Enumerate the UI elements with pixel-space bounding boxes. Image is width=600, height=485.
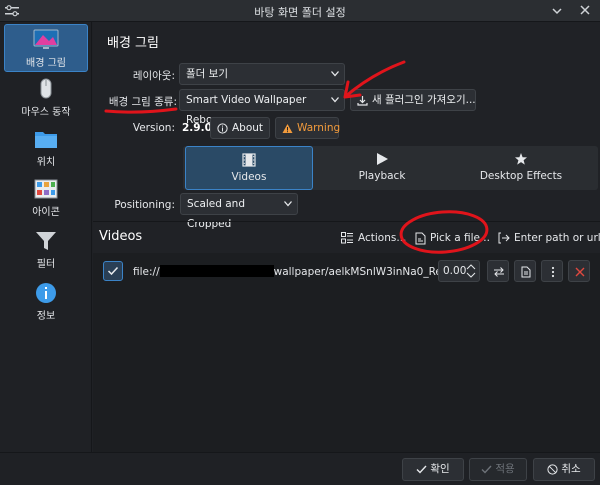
tab-videos[interactable]: Videos [185,146,313,190]
wallpaper-icon [33,29,59,49]
wallpaper-type-label: 배경 그림 종류: [108,96,177,108]
warning-button[interactable]: Warning [275,117,341,139]
remove-video-button[interactable] [568,260,590,282]
sidebar: 배경 그림 마우스 동작 위치 아이콘 필터 정보 [0,22,92,452]
layout-select[interactable]: 폴더 보기 [179,63,345,85]
film-icon [242,153,256,167]
chevron-down-icon [284,201,292,207]
sidebar-item-label: 정보 [36,311,56,322]
layout-label: 레이아웃: [132,70,175,82]
chevron-down-icon [331,97,339,103]
cancel-label: 취소 [561,463,581,475]
sidebar-item-label: 마우스 동작 [21,107,71,118]
open-file-button[interactable] [514,260,536,282]
redacted-path [159,265,274,277]
positioning-label: Positioning: [114,199,175,211]
get-new-plugins-label: 새 플러그인 가져오기... [372,94,476,106]
kebab-menu-icon [551,266,555,278]
page-title: 배경 그림 [107,36,159,51]
sidebar-item-icons[interactable]: 아이콘 [4,174,88,222]
settings-panel: 배경 그림 레이아웃: 폴더 보기 배경 그림 종류: Smart Video … [93,22,600,452]
file-icon [521,266,531,278]
sidebar-item-label: 배경 그림 [26,58,66,69]
pick-file-button[interactable]: Pick a file... [415,228,490,248]
videos-title: Videos [99,229,143,244]
star-icon [515,153,527,165]
checkmark-icon [416,465,427,474]
icons-grid-icon [34,179,58,199]
tab-playback[interactable]: Playback [318,146,446,190]
sidebar-item-location[interactable]: 위치 [4,124,88,172]
more-options-button[interactable] [541,260,563,282]
positioning-select[interactable]: Scaled and Cropped [180,193,298,230]
sidebar-item-label: 위치 [36,157,56,168]
warning-icon [282,123,293,133]
info-icon [217,122,228,134]
video-path: file://wallpaper/aelkMSnlW3inNa0_Relax..… [133,265,467,278]
enter-path-label: Enter path or url [514,232,600,244]
wallpaper-type-select[interactable]: Smart Video Wallpaper Reborn [179,89,345,126]
apply-label: 적용 [495,463,515,475]
mouse-icon [40,78,52,99]
tab-label: Playback [358,170,406,182]
video-list: file://wallpaper/aelkMSnlW3inNa0_Relax..… [93,253,600,452]
filter-icon [36,232,56,250]
get-new-plugins-button[interactable]: 새 플러그인 가져오기... [350,89,476,111]
checkmark-icon [107,266,119,276]
sidebar-item-filter[interactable]: 필터 [4,226,88,274]
version-label: Version: [132,122,175,134]
apply-button[interactable]: 적용 [469,458,527,481]
ok-button[interactable]: 확인 [402,458,464,481]
window-title: 바탕 화면 폴더 설정 [254,6,346,19]
dialog-footer: 확인 적용 취소 [0,452,600,485]
tab-label: Desktop Effects [479,170,563,182]
video-path-prefix: file:// [133,266,160,278]
actions-button[interactable]: Actions... [341,228,406,248]
ok-label: 확인 [430,463,450,475]
sidebar-item-mouse[interactable]: 마우스 동작 [4,74,88,122]
layout-select-value: 폴더 보기 [186,68,228,80]
video-enabled-checkbox[interactable] [103,261,123,281]
play-icon [377,153,388,165]
info-icon [36,283,56,303]
config-tabs: Videos Playback Desktop Effects [183,146,598,190]
enter-path-icon [498,232,510,244]
videos-toolbar: Videos Actions... Pick a file... Enter p… [93,222,600,252]
file-icon [415,232,426,244]
spin-arrows-icon[interactable] [466,264,476,278]
list-actions-icon [341,232,353,244]
about-label: About [232,122,264,134]
about-button[interactable]: About [210,117,270,139]
close-icon[interactable] [576,2,594,20]
warning-label: Warning [297,122,341,134]
sidebar-item-label: 필터 [36,259,56,270]
close-icon [575,267,585,277]
actions-label: Actions... [358,232,407,244]
enter-path-button[interactable]: Enter path or url [498,228,600,248]
cancel-button[interactable]: 취소 [533,458,595,481]
sidebar-item-label: 아이콘 [32,207,60,218]
folder-icon [35,132,57,148]
sidebar-item-info[interactable]: 정보 [4,278,88,326]
spinbox-value: 0.00 [443,265,467,277]
swap-button[interactable] [487,260,509,282]
tab-desktop-effects[interactable]: Desktop Effects [451,146,591,190]
download-icon [357,95,368,106]
checkmark-icon [481,465,492,474]
chevron-down-icon[interactable] [548,2,566,20]
version-value: 2.9.0 [182,122,212,134]
pick-file-label: Pick a file... [430,232,490,244]
tab-label: Videos [231,171,267,183]
playback-value-spinbox[interactable]: 0.00 [438,260,480,282]
swap-icon [494,267,504,277]
sidebar-item-wallpaper[interactable]: 배경 그림 [4,24,88,72]
title-bar: 바탕 화면 폴더 설정 [0,0,600,22]
chevron-down-icon [331,71,339,77]
cancel-icon [547,463,558,475]
